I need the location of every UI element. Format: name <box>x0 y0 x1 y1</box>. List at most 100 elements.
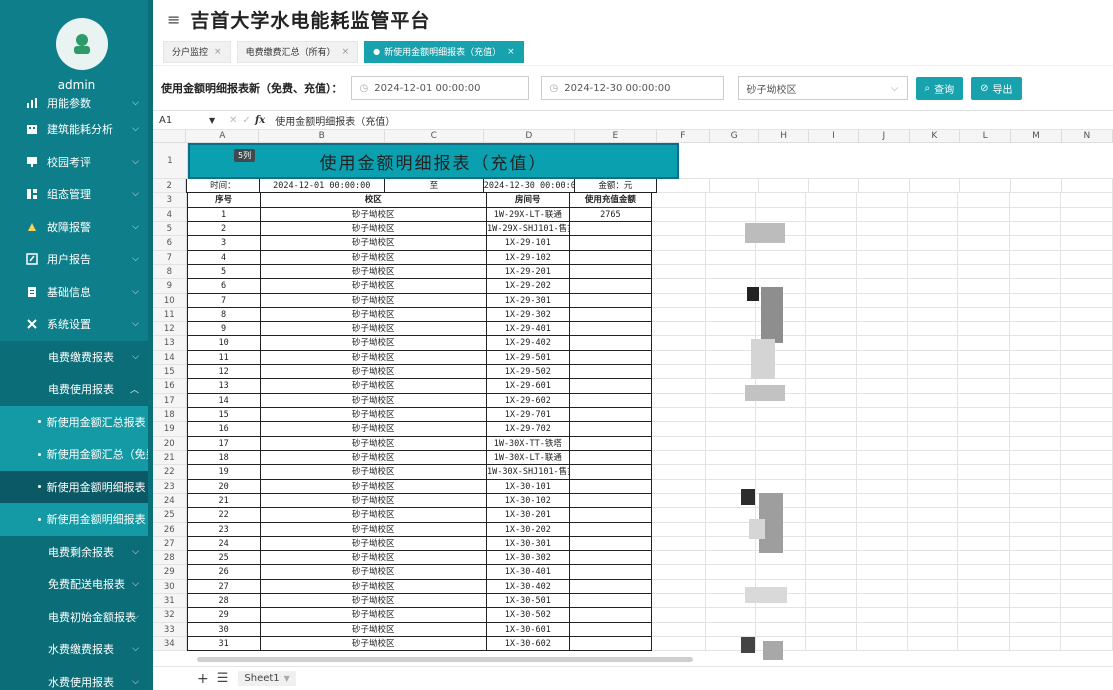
table-cell[interactable] <box>569 493 653 509</box>
empty-cell[interactable] <box>652 536 706 552</box>
table-cell[interactable]: 1X-30-101 <box>487 479 570 494</box>
table-cell[interactable] <box>569 551 653 566</box>
empty-cell[interactable] <box>958 336 1011 351</box>
empty-cell[interactable] <box>907 379 959 394</box>
empty-cell[interactable] <box>652 264 706 280</box>
empty-cell[interactable] <box>856 551 908 566</box>
table-cell[interactable]: 砂子坳校区 <box>260 365 488 380</box>
empty-cell[interactable] <box>907 551 959 566</box>
sidebar-item-config[interactable]: 组态管理 ⌵ <box>0 178 153 211</box>
table-cell[interactable]: 1W-29X-SHJ101-售货机 <box>487 221 570 237</box>
table-cell[interactable]: 17 <box>186 436 261 451</box>
empty-cell[interactable] <box>652 422 706 437</box>
empty-cell[interactable] <box>755 250 806 265</box>
empty-cell[interactable] <box>805 436 857 451</box>
empty-cell[interactable] <box>805 307 857 323</box>
row-number[interactable]: 30 <box>153 579 187 595</box>
table-cell[interactable] <box>569 422 653 437</box>
empty-cell[interactable] <box>958 450 1011 466</box>
empty-cell[interactable] <box>805 236 857 251</box>
sheet-list-icon[interactable]: ☰ <box>217 671 229 686</box>
table-cell[interactable]: 28 <box>186 594 261 609</box>
empty-cell[interactable] <box>907 479 959 494</box>
empty-cell[interactable] <box>856 522 908 537</box>
chevron-down-icon[interactable]: ▼ <box>284 674 290 683</box>
empty-cell[interactable] <box>705 350 756 366</box>
table-cell[interactable]: 11 <box>186 350 261 366</box>
column-header[interactable]: C <box>385 130 484 142</box>
empty-cell[interactable] <box>652 450 706 466</box>
empty-cell[interactable] <box>907 522 959 537</box>
column-header[interactable]: K <box>910 130 960 142</box>
table-cell[interactable]: 1X-30-602 <box>487 637 570 652</box>
row-number[interactable]: 7 <box>153 250 187 265</box>
table-cell[interactable] <box>569 408 653 423</box>
column-header[interactable]: I <box>809 130 860 142</box>
column-header[interactable]: H <box>759 130 809 142</box>
table-cell[interactable]: 序号 <box>186 193 261 208</box>
table-cell[interactable]: 1X-30-401 <box>487 565 570 580</box>
row-number[interactable]: 17 <box>153 393 187 408</box>
empty-cell[interactable] <box>755 608 806 623</box>
table-cell[interactable]: 26 <box>186 565 261 580</box>
table-cell[interactable]: 使用充值金额 <box>569 193 653 208</box>
empty-cell[interactable] <box>856 608 908 623</box>
empty-cell[interactable] <box>656 179 710 194</box>
empty-cell[interactable] <box>705 336 756 351</box>
empty-cell[interactable] <box>1010 193 1062 208</box>
empty-cell[interactable] <box>958 307 1011 323</box>
empty-cell[interactable] <box>652 322 706 337</box>
empty-cell[interactable] <box>1061 393 1113 408</box>
empty-cell[interactable] <box>755 408 806 423</box>
empty-cell[interactable] <box>705 307 756 323</box>
empty-cell[interactable] <box>958 379 1011 394</box>
empty-cell[interactable] <box>1010 264 1062 280</box>
cell-reference-dropdown-icon[interactable]: ▼ <box>209 116 229 125</box>
empty-cell[interactable] <box>705 193 756 208</box>
table-cell[interactable]: 砂子坳校区 <box>260 350 488 366</box>
table-cell[interactable]: 砂子坳校区 <box>260 622 488 637</box>
table-cell[interactable]: 1X-29-301 <box>487 293 570 308</box>
empty-cell[interactable] <box>1010 622 1062 637</box>
table-cell[interactable]: 1X-29-201 <box>487 264 570 280</box>
table-cell[interactable]: 1X-30-601 <box>487 622 570 637</box>
empty-cell[interactable] <box>805 622 857 637</box>
empty-cell[interactable] <box>958 193 1011 208</box>
empty-cell[interactable] <box>907 493 959 509</box>
table-cell[interactable]: 2765 <box>569 207 653 222</box>
row-number[interactable]: 21 <box>153 450 187 466</box>
empty-cell[interactable] <box>907 565 959 580</box>
empty-cell[interactable] <box>907 622 959 637</box>
empty-cell[interactable] <box>958 622 1011 637</box>
empty-cell[interactable] <box>709 179 760 194</box>
table-cell[interactable]: 砂子坳校区 <box>260 379 488 394</box>
empty-cell[interactable] <box>1061 608 1113 623</box>
empty-cell[interactable] <box>1061 322 1113 337</box>
table-cell[interactable]: 砂子坳校区 <box>260 493 488 509</box>
table-cell[interactable]: 砂子坳校区 <box>260 322 488 337</box>
row-number[interactable]: 28 <box>153 551 187 566</box>
table-cell[interactable]: 1 <box>186 207 261 222</box>
table-cell[interactable]: 1X-29-701 <box>487 408 570 423</box>
empty-cell[interactable] <box>1061 193 1113 208</box>
table-cell[interactable]: 25 <box>186 551 261 566</box>
empty-cell[interactable] <box>1010 450 1062 466</box>
empty-cell[interactable] <box>856 264 908 280</box>
sidebar-item-usage-summary-free[interactable]: 新使用金额汇总（免费） <box>0 438 153 471</box>
empty-cell[interactable] <box>652 522 706 537</box>
empty-cell[interactable] <box>805 408 857 423</box>
empty-cell[interactable] <box>1061 408 1113 423</box>
row-number[interactable]: 6 <box>153 236 187 251</box>
empty-cell[interactable] <box>805 522 857 537</box>
table-cell[interactable]: 砂子坳校区 <box>260 250 488 265</box>
table-cell[interactable]: 砂子坳校区 <box>260 551 488 566</box>
column-header[interactable]: J <box>859 130 910 142</box>
empty-cell[interactable] <box>1010 465 1062 480</box>
empty-cell[interactable] <box>856 536 908 552</box>
empty-cell[interactable] <box>856 408 908 423</box>
table-cell[interactable]: 1X-30-202 <box>487 522 570 537</box>
table-cell[interactable] <box>569 465 653 480</box>
empty-cell[interactable] <box>652 279 706 294</box>
empty-cell[interactable] <box>907 250 959 265</box>
sidebar-item-user-report[interactable]: 用户报告 ⌵ <box>0 243 153 276</box>
